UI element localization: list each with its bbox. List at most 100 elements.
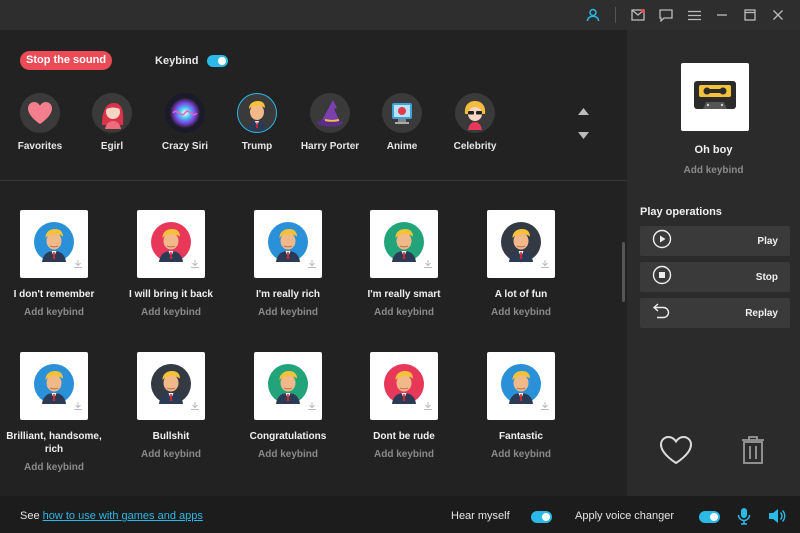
trump-avatar — [384, 221, 424, 267]
stop-the-sound-button[interactable]: Stop the sound — [20, 51, 113, 70]
category-label: Favorites — [17, 141, 63, 152]
sound-thumbnail[interactable] — [370, 210, 438, 278]
category-crazy-siri[interactable]: Crazy Siri — [145, 93, 225, 152]
replay-icon — [652, 302, 672, 325]
sound-card[interactable]: I'm really rich Add keybind — [230, 210, 346, 318]
favorite-heart-icon[interactable] — [659, 435, 693, 470]
add-keybind-link[interactable]: Add keybind — [24, 462, 84, 473]
download-icon[interactable] — [74, 397, 82, 415]
add-keybind-link[interactable]: Add keybind — [24, 307, 84, 318]
keybind-toggle[interactable] — [207, 54, 229, 67]
arrow-down-icon[interactable] — [578, 126, 589, 144]
trump-avatar — [268, 221, 308, 267]
category-egirl[interactable]: Egirl — [72, 93, 152, 152]
bottom-bar: See how to use with games and apps Hear … — [0, 496, 800, 533]
download-icon[interactable] — [74, 255, 82, 273]
download-icon[interactable] — [308, 397, 316, 415]
user-icon[interactable] — [585, 7, 601, 23]
sound-thumbnail[interactable] — [254, 210, 322, 278]
maximize-icon[interactable] — [742, 7, 758, 23]
stop-button[interactable]: Stop — [640, 262, 790, 292]
download-icon[interactable] — [191, 255, 199, 273]
sound-thumbnail[interactable] — [370, 352, 438, 420]
current-sound-name: Oh boy — [694, 144, 733, 156]
voice-changer-window: Stop the sound Keybind Favorites Egirl C… — [0, 0, 800, 533]
sound-card[interactable]: I don't remember Add keybind — [0, 210, 112, 318]
trump-avatar — [501, 221, 541, 267]
sound-thumbnail[interactable] — [137, 210, 205, 278]
trump-avatar — [151, 363, 191, 409]
sound-thumbnail[interactable] — [487, 352, 555, 420]
play-button[interactable]: Play — [640, 226, 790, 256]
speaker-icon[interactable] — [768, 508, 786, 529]
right-panel: Oh boy Add keybind Play operations Play … — [627, 30, 800, 496]
celebrity-avatar — [455, 93, 495, 133]
add-keybind-link[interactable]: Add keybind — [374, 307, 434, 318]
sound-card[interactable]: Dont be rude Add keybind — [346, 352, 462, 460]
sound-grid: I don't remember Add keybind I will bring … — [0, 210, 600, 495]
current-add-keybind[interactable]: Add keybind — [627, 165, 800, 176]
category-celebrity[interactable]: Celebrity — [435, 93, 515, 152]
sound-card[interactable]: I'm really smart Add keybind — [346, 210, 462, 318]
minimize-icon[interactable] — [714, 7, 730, 23]
mail-icon[interactable] — [630, 7, 646, 23]
add-keybind-link[interactable]: Add keybind — [141, 307, 201, 318]
category-harry-porter[interactable]: Harry Porter — [290, 93, 370, 152]
replay-button[interactable]: Replay — [640, 298, 790, 328]
sound-thumbnail[interactable] — [487, 210, 555, 278]
category-anime[interactable]: Anime — [362, 93, 442, 152]
chat-icon[interactable] — [658, 7, 674, 23]
trash-icon[interactable] — [740, 435, 766, 470]
category-bar: Favorites Egirl Crazy Siri Trump Harry P… — [0, 93, 540, 163]
sound-thumbnail[interactable] — [137, 352, 205, 420]
current-sound-thumbnail — [681, 63, 749, 131]
add-keybind-link[interactable]: Add keybind — [491, 307, 551, 318]
sound-card[interactable]: Congratulations Add keybind — [230, 352, 346, 460]
sound-card[interactable]: I will bring it back Add keybind — [113, 210, 229, 318]
menu-icon[interactable] — [686, 7, 702, 23]
download-icon[interactable] — [541, 397, 549, 415]
sound-title: I will bring it back — [129, 289, 213, 300]
category-favorites[interactable]: Favorites — [0, 93, 80, 152]
play-label: Play — [757, 235, 778, 247]
replay-label: Replay — [745, 307, 778, 319]
trump-avatar — [384, 363, 424, 409]
category-trump[interactable]: Trump — [217, 93, 297, 152]
sound-title: Bullshit — [152, 431, 190, 442]
hear-myself-toggle[interactable] — [531, 511, 552, 523]
sound-title: Congratulations — [249, 431, 327, 442]
cassette-icon — [693, 80, 737, 115]
scrollbar[interactable] — [622, 242, 625, 302]
category-label: Crazy Siri — [161, 141, 209, 152]
sound-card[interactable]: A lot of fun Add keybind — [463, 210, 579, 318]
sound-thumbnail[interactable] — [20, 210, 88, 278]
download-icon[interactable] — [308, 255, 316, 273]
sound-card[interactable]: Brilliant, handsome, rich Add keybind — [0, 352, 112, 473]
add-keybind-link[interactable]: Add keybind — [374, 449, 434, 460]
play-operations-title: Play operations — [640, 206, 722, 218]
help-link[interactable]: how to use with games and apps — [43, 510, 203, 522]
add-keybind-link[interactable]: Add keybind — [491, 449, 551, 460]
sound-title: I'm really rich — [255, 289, 321, 300]
close-icon[interactable] — [770, 7, 786, 23]
sound-title: Fantastic — [499, 431, 543, 442]
add-keybind-link[interactable]: Add keybind — [141, 449, 201, 460]
apply-voice-changer-toggle[interactable] — [699, 511, 720, 523]
arrow-up-icon[interactable] — [578, 102, 589, 120]
sound-card[interactable]: Fantastic Add keybind — [463, 352, 579, 460]
divider — [0, 180, 627, 181]
download-icon[interactable] — [424, 255, 432, 273]
sound-thumbnail[interactable] — [254, 352, 322, 420]
download-icon[interactable] — [541, 255, 549, 273]
apply-voice-changer-label: Apply voice changer — [575, 510, 675, 522]
add-keybind-link[interactable]: Add keybind — [258, 307, 318, 318]
play-icon — [652, 229, 672, 254]
download-icon[interactable] — [191, 397, 199, 415]
sound-thumbnail[interactable] — [20, 352, 88, 420]
sound-card[interactable]: Bullshit Add keybind — [113, 352, 229, 460]
egirl-avatar — [92, 93, 132, 133]
category-label: Celebrity — [453, 141, 497, 152]
microphone-icon[interactable] — [737, 507, 751, 530]
add-keybind-link[interactable]: Add keybind — [258, 449, 318, 460]
download-icon[interactable] — [424, 397, 432, 415]
